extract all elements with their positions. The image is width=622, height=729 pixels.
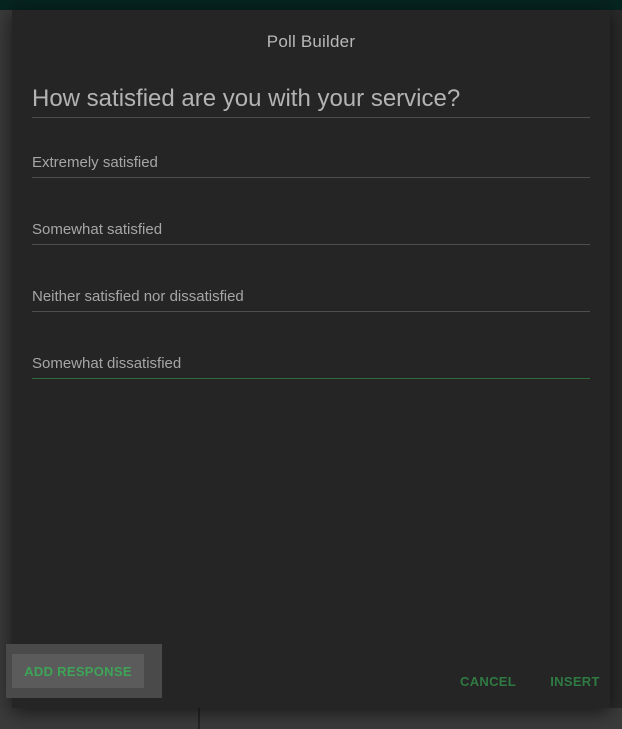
- response-field-3: [32, 283, 590, 312]
- question-input[interactable]: [32, 82, 590, 116]
- backdrop-divider: [198, 708, 200, 729]
- poll-builder-dialog: Poll Builder CANCEL INSERT: [12, 10, 610, 708]
- response-input-2[interactable]: [32, 216, 590, 243]
- dialog-title: Poll Builder: [266, 32, 356, 51]
- response-field-2: [32, 216, 590, 245]
- cancel-button[interactable]: CANCEL: [452, 670, 524, 692]
- backdrop-panel-left: [0, 10, 12, 729]
- add-response-button[interactable]: ADD RESPONSE: [12, 654, 144, 688]
- response-field-1: [32, 149, 590, 178]
- response-input-3[interactable]: [32, 283, 590, 310]
- question-field: [32, 82, 590, 118]
- app-top-bar: [0, 0, 622, 10]
- backdrop-panel-bottom: [0, 708, 622, 729]
- response-input-1[interactable]: [32, 149, 590, 176]
- response-input-4[interactable]: [32, 350, 590, 377]
- response-field-4: [32, 350, 590, 379]
- insert-button[interactable]: INSERT: [542, 670, 608, 692]
